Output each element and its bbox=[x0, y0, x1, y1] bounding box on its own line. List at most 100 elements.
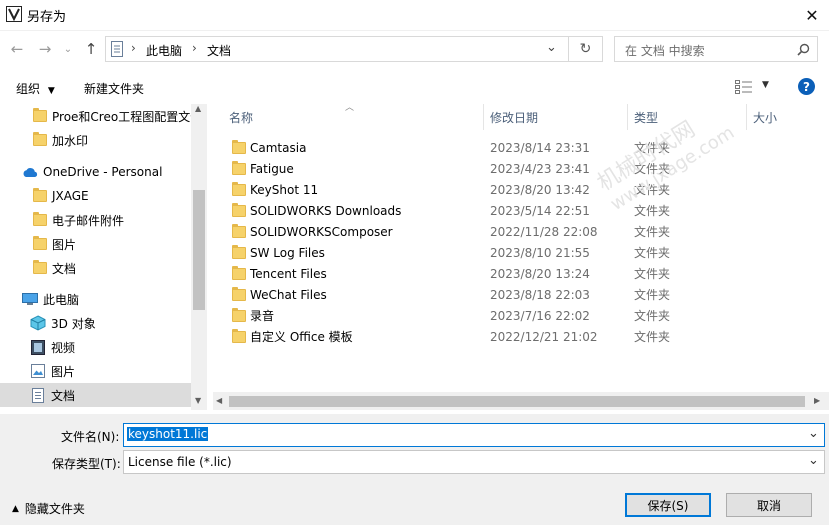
folder-icon bbox=[33, 132, 47, 146]
file-date: 2023/8/20 13:24 bbox=[490, 266, 590, 281]
cube-icon bbox=[30, 315, 46, 331]
file-row[interactable]: SOLIDWORKS Downloads 2023/5/14 22:51 文件夹 bbox=[213, 200, 809, 221]
file-name: 自定义 Office 模板 bbox=[250, 330, 353, 344]
search-placeholder: 在 文档 中搜索 bbox=[625, 44, 705, 58]
view-options-icon[interactable] bbox=[735, 80, 753, 94]
forward-button[interactable]: → bbox=[34, 38, 56, 60]
help-button[interactable]: ? bbox=[798, 78, 815, 95]
file-date: 2023/4/23 23:41 bbox=[490, 161, 590, 176]
breadcrumb-separator-icon: › bbox=[192, 41, 197, 55]
column-header-name[interactable]: 名称 bbox=[229, 104, 253, 130]
column-header-type[interactable]: 类型 bbox=[634, 104, 658, 130]
file-name: KeyShot 11 bbox=[250, 182, 319, 197]
filename-value: keyshot11.lic bbox=[127, 427, 209, 441]
file-type: 文件夹 bbox=[634, 246, 671, 260]
sidebar-item-proe-creo[interactable]: Proe和Creo工程图配置文件 bbox=[0, 104, 191, 128]
folder-icon bbox=[232, 181, 246, 196]
sidebar-item-onedrive[interactable]: OneDrive - Personal bbox=[0, 160, 191, 184]
file-row[interactable]: Tencent Files 2023/8/20 13:24 文件夹 bbox=[213, 263, 809, 284]
refresh-button[interactable]: ↻ bbox=[569, 36, 603, 62]
file-name: SW Log Files bbox=[250, 245, 325, 260]
file-row[interactable]: 自定义 Office 模板 2022/12/21 21:02 文件夹 bbox=[213, 326, 809, 347]
file-name: Fatigue bbox=[250, 161, 294, 176]
column-header-modified[interactable]: 修改日期 bbox=[490, 104, 538, 130]
file-name: 录音 bbox=[250, 309, 275, 323]
collapse-triangle-icon: ▲ bbox=[12, 503, 19, 514]
sidebar-scrollbar-thumb[interactable] bbox=[193, 190, 205, 310]
address-bar[interactable]: › 此电脑 › 文档 ⌄ bbox=[105, 36, 569, 62]
filename-dropdown-icon[interactable]: ⌄ bbox=[808, 426, 819, 441]
column-divider[interactable] bbox=[746, 104, 747, 130]
column-divider[interactable] bbox=[483, 104, 484, 130]
filetype-label: 保存类型(T): bbox=[52, 457, 121, 471]
organize-button[interactable]: 组织 ▼ bbox=[16, 80, 55, 97]
file-row[interactable]: SW Log Files 2023/8/10 21:55 文件夹 bbox=[213, 242, 809, 263]
triangle-down-icon: ▼ bbox=[47, 86, 55, 96]
title-bar bbox=[0, 0, 829, 31]
sidebar-item-watermark[interactable]: 加水印 bbox=[0, 128, 191, 152]
file-date: 2023/8/18 22:03 bbox=[490, 287, 590, 302]
sidebar-item-videos[interactable]: 视频 bbox=[0, 335, 191, 359]
save-button[interactable]: 保存(S) bbox=[625, 493, 711, 517]
sidebar-item-onedrive-pictures[interactable]: 图片 bbox=[0, 232, 191, 256]
filename-input[interactable]: keyshot11.lic ⌄ bbox=[123, 423, 825, 447]
folder-icon bbox=[33, 188, 47, 202]
column-header-size[interactable]: 大小 bbox=[753, 104, 777, 130]
sidebar-item-label: 电子邮件附件 bbox=[52, 213, 125, 228]
sidebar-item-email-attachments[interactable]: 电子邮件附件 bbox=[0, 208, 191, 232]
breadcrumb-separator-icon: › bbox=[131, 41, 136, 55]
file-type: 文件夹 bbox=[634, 141, 671, 155]
file-row[interactable]: Fatigue 2023/4/23 23:41 文件夹 bbox=[213, 158, 809, 179]
hide-folders-toggle[interactable]: ▲ 隐藏文件夹 bbox=[12, 500, 85, 517]
breadcrumb-item-documents[interactable]: 文档 bbox=[207, 42, 231, 59]
sidebar-item-jxage[interactable]: JXAGE bbox=[0, 184, 191, 208]
file-date: 2023/7/16 22:02 bbox=[490, 308, 590, 323]
chevron-down-icon: ⌄ bbox=[808, 453, 819, 468]
scroll-left-icon[interactable]: ◀ bbox=[216, 396, 222, 405]
file-row[interactable]: Camtasia 2023/8/14 23:31 文件夹 bbox=[213, 137, 809, 158]
scroll-down-icon[interactable]: ▼ bbox=[195, 396, 201, 405]
file-row[interactable]: KeyShot 11 2023/8/20 13:42 文件夹 bbox=[213, 179, 809, 200]
view-dropdown-icon[interactable]: ▼ bbox=[762, 80, 769, 90]
address-dropdown-icon[interactable]: ⌄ bbox=[546, 40, 557, 55]
window-title: 另存为 bbox=[27, 10, 67, 25]
new-folder-button[interactable]: 新建文件夹 bbox=[84, 80, 144, 97]
file-name: SOLIDWORKSComposer bbox=[250, 224, 393, 239]
sidebar-item-3d-objects[interactable]: 3D 对象 bbox=[0, 311, 191, 335]
scroll-up-icon[interactable]: ▲ bbox=[195, 104, 201, 113]
sidebar-item-this-pc[interactable]: 此电脑 bbox=[0, 287, 191, 311]
file-row[interactable]: WeChat Files 2023/8/18 22:03 文件夹 bbox=[213, 284, 809, 305]
file-name: Camtasia bbox=[250, 140, 307, 155]
sidebar-item-label: 文档 bbox=[52, 261, 77, 276]
file-name: Tencent Files bbox=[250, 266, 327, 281]
sidebar-item-documents[interactable]: 文档 bbox=[0, 383, 191, 407]
column-divider[interactable] bbox=[627, 104, 628, 130]
sidebar-item-onedrive-documents[interactable]: 文档 bbox=[0, 256, 191, 280]
up-button[interactable]: ↑ bbox=[80, 38, 102, 60]
help-icon: ? bbox=[803, 79, 810, 94]
chevron-down-icon: ⌄ bbox=[63, 43, 73, 55]
file-type: 文件夹 bbox=[634, 162, 671, 176]
folder-icon bbox=[33, 108, 47, 122]
filetype-select[interactable]: License file (*.lic) ⌄ bbox=[123, 450, 825, 474]
search-input[interactable]: 在 文档 中搜索 bbox=[614, 36, 818, 62]
close-button[interactable]: ✕ bbox=[795, 0, 829, 30]
folder-icon bbox=[232, 160, 246, 175]
video-icon bbox=[31, 339, 45, 355]
horizontal-scrollbar-thumb[interactable] bbox=[229, 396, 805, 407]
scroll-right-icon[interactable]: ▶ bbox=[814, 396, 820, 405]
document-icon bbox=[111, 41, 123, 57]
recent-locations-button[interactable]: ⌄ bbox=[60, 38, 76, 60]
document-icon bbox=[32, 387, 44, 403]
file-row[interactable]: SOLIDWORKSComposer 2022/11/28 22:08 文件夹 bbox=[213, 221, 809, 242]
picture-icon bbox=[31, 364, 45, 378]
breadcrumb-item-this-pc[interactable]: 此电脑 bbox=[146, 42, 182, 59]
cancel-button[interactable]: 取消 bbox=[726, 493, 812, 517]
file-type: 文件夹 bbox=[634, 204, 671, 218]
file-name: SOLIDWORKS Downloads bbox=[250, 203, 402, 218]
file-date: 2022/12/21 21:02 bbox=[490, 329, 598, 344]
sidebar-item-pictures[interactable]: 图片 bbox=[0, 359, 191, 383]
folder-icon bbox=[33, 236, 47, 250]
back-button[interactable]: ← bbox=[6, 38, 28, 60]
file-row[interactable]: 录音 2023/7/16 22:02 文件夹 bbox=[213, 305, 809, 326]
